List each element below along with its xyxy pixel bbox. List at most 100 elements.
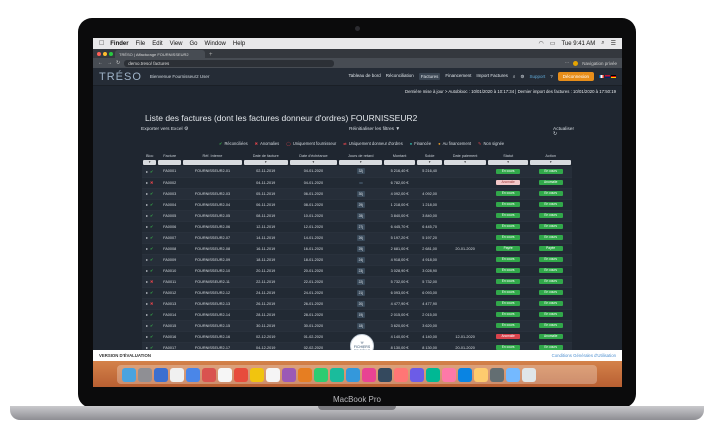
table-row[interactable]: ▸ ✔ FA0005 FOURNISSEUR2-05 08-11-2019 10-01-2… [142,210,572,221]
profile-avatar[interactable] [573,60,579,66]
dock-app-icon[interactable] [522,367,536,382]
url-input[interactable]: demo.treso/ factures [124,59,335,67]
expand-arrow-icon[interactable]: ▸ [146,236,148,240]
dock-app-icon[interactable] [394,367,408,382]
filter-input[interactable] [158,160,182,165]
expand-arrow-icon[interactable]: ▸ [146,192,148,196]
invoice-number[interactable]: FA0005 [157,210,182,221]
reset-filters-button[interactable]: Réinitialiser les filtres ▼ [349,127,400,132]
support-link[interactable]: Support [529,74,545,79]
table-row[interactable]: ▸ ✖ FA0011 FOURNISSEUR2-11 22-11-2019 22-01-2… [142,276,572,287]
action-button[interactable]: En cours [538,268,563,273]
invoice-number[interactable]: FA0006 [157,221,182,232]
filter-select[interactable]: ▾ [530,160,571,165]
legend-item[interactable]: ✖ Anomalies [255,141,280,146]
invoice-number[interactable]: FA0007 [157,232,182,243]
menu-item-finder[interactable]: Finder [110,41,128,47]
menu-item-view[interactable]: View [170,41,183,47]
menu-item-help[interactable]: Help [233,41,245,47]
invoice-number[interactable]: FA0002 [157,177,182,188]
menu-item-go[interactable]: Go [190,41,198,47]
invoice-number[interactable]: FA0011 [157,276,182,287]
dock-app-icon[interactable] [250,367,264,382]
dock-app-icon[interactable] [506,367,520,382]
dock-app-icon[interactable] [122,367,136,382]
forward-icon[interactable]: → [107,60,112,66]
dock-app-icon[interactable] [282,367,296,382]
invoice-number[interactable]: FA0010 [157,265,182,276]
table-row[interactable]: ▸ ✔ FA0009 FOURNISSEUR2-09 18-11-2019 18-01-2… [142,254,572,265]
nav-item-financement[interactable]: Financement [445,73,471,80]
invoice-number[interactable]: FA0014 [157,309,182,320]
dock-app-icon[interactable] [170,367,184,382]
table-row[interactable]: ▸ ✔ FA0008 FOURNISSEUR2-08 16-11-2019 16-01-2… [142,243,572,254]
flag-de-icon[interactable] [611,75,616,78]
language-flags[interactable] [599,75,616,78]
flag-fr-icon[interactable] [599,75,604,78]
dock-app-icon[interactable] [330,367,344,382]
expand-arrow-icon[interactable]: ▸ [146,291,148,295]
app-logo[interactable]: TRÉSO [99,71,142,83]
expand-arrow-icon[interactable]: ▸ [146,269,148,273]
dock-app-icon[interactable] [410,367,424,382]
invoice-number[interactable]: FA0009 [157,254,182,265]
filter-select[interactable]: ▾ [289,160,338,165]
legend-item[interactable]: ◯ Uniquement fournisseur [286,141,336,146]
filter-select[interactable]: ▾ [416,160,443,165]
dock-app-icon[interactable] [186,367,200,382]
dock-app-icon[interactable] [266,367,280,382]
table-row[interactable]: ▸ ✔ FA0006 FOURNISSEUR2-06 12-11-2019 12-01-2… [142,221,572,232]
dock-app-icon[interactable] [426,367,440,382]
export-excel-button[interactable]: Exporter vers Excel ⚙ [141,127,188,132]
legend-item[interactable]: ● Financée [410,141,431,146]
wifi-icon[interactable]: ◠ [539,40,544,47]
action-button[interactable]: Anomalie [538,334,563,339]
invoice-number[interactable]: FA0013 [157,298,182,309]
expand-arrow-icon[interactable]: ▸ [146,214,148,218]
action-button[interactable]: En cours [538,202,563,207]
legend-item[interactable]: ✔ Réconciliées [219,141,248,146]
filter-select[interactable]: ▾ [143,160,157,165]
maximize-window-button[interactable] [109,52,113,56]
legend-item[interactable]: ✎ Non signée [478,141,504,146]
dock-app-icon[interactable] [346,367,360,382]
expand-arrow-icon[interactable]: ▸ [146,203,148,207]
legend-item[interactable]: ● Au financement [438,141,471,146]
minimize-window-button[interactable] [103,52,107,56]
invoice-number[interactable]: FA0012 [157,287,182,298]
dock-app-icon[interactable] [458,367,472,382]
dock-app-icon[interactable] [218,367,232,382]
expand-arrow-icon[interactable]: ▸ [146,258,148,262]
expand-arrow-icon[interactable]: ▸ [146,335,148,339]
dock-app-icon[interactable] [490,367,504,382]
action-button[interactable]: En cours [538,168,563,174]
filter-select[interactable]: ▾ [243,160,288,165]
nav-item-tableau-de-bord[interactable]: Tableau de bord [349,73,381,80]
search-icon[interactable]: ⌕ [513,74,516,79]
dock-app-icon[interactable] [442,367,456,382]
table-row[interactable]: ▸ ✖ FA0013 FOURNISSEUR2-13 26-11-2019 26-01-2… [142,298,572,309]
expand-arrow-icon[interactable]: ▸ [146,324,148,328]
expand-arrow-icon[interactable]: ▸ [146,225,148,229]
action-button[interactable]: En cours [538,279,563,284]
filter-input[interactable] [183,160,242,165]
clock[interactable]: Tue 9:41 AM [561,41,595,47]
action-button[interactable]: En cours [538,191,563,196]
dock-app-icon[interactable] [138,367,152,382]
action-button[interactable]: En cours [538,257,563,262]
filter-input[interactable] [384,160,415,165]
table-row[interactable]: ▸ ✖ FA0002 04-11-2019 04-01-2020 6 782,00 € An… [142,177,572,188]
close-window-button[interactable] [97,52,101,56]
terms-link[interactable]: Conditions Générales d'Utilisation [552,353,616,358]
flag-en-icon[interactable] [605,75,610,78]
table-row[interactable]: ▸ ✔ FA0007 FOURNISSEUR2-07 14-11-2019 14-01-2… [142,232,572,243]
back-icon[interactable]: ← [98,60,103,66]
expand-arrow-icon[interactable]: ▸ [146,247,148,251]
invoice-number[interactable]: FA0015 [157,320,182,331]
action-button[interactable]: En cours [538,224,563,229]
legend-item[interactable]: ⇄ Uniquement donneur d'ordres [343,141,402,146]
dock-app-icon[interactable] [234,367,248,382]
table-row[interactable]: ▸ ✔ FA0004 FOURNISSEUR2-04 06-11-2019 08-01-2… [142,199,572,210]
dock-app-icon[interactable] [362,367,376,382]
action-button[interactable]: En cours [538,213,563,218]
